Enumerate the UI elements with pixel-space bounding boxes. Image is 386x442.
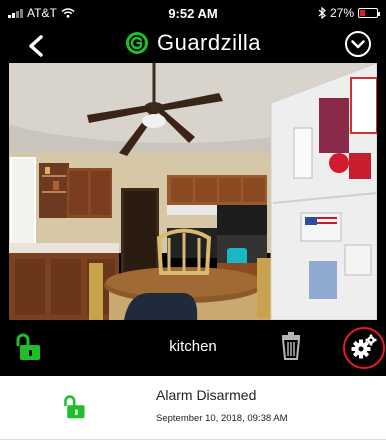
unlocked-padlock-icon [16, 333, 40, 360]
settings-button[interactable] [350, 333, 378, 361]
menu-dropdown-button[interactable] [344, 30, 372, 58]
battery-fill [360, 10, 365, 16]
arm-disarm-button[interactable] [14, 332, 44, 362]
battery-percent: 27% [329, 6, 354, 20]
unlocked-padlock-icon [64, 395, 85, 419]
camera-name: kitchen [169, 338, 217, 355]
kitchen-camera-image [9, 63, 377, 320]
event-title: Alarm Disarmed [156, 387, 257, 403]
status-bar: AT&T 9:52 AM 27% [0, 0, 386, 26]
nav-bar: Guardzilla [0, 26, 386, 64]
delete-button[interactable] [279, 332, 303, 360]
camera-feed[interactable] [9, 63, 377, 320]
event-history: Alarm Disarmed September 10, 2018, 09:38… [0, 376, 386, 442]
trash-icon [281, 332, 301, 360]
brand: Guardzilla [0, 30, 386, 56]
battery-icon [358, 8, 380, 18]
gears-icon [351, 334, 377, 359]
status-right: 27% [318, 6, 380, 20]
bluetooth-icon [318, 7, 326, 19]
event-item[interactable]: Alarm Disarmed September 10, 2018, 09:38… [0, 376, 386, 440]
guardzilla-logo-icon [125, 32, 148, 54]
event-timestamp: September 10, 2018, 09:38 AM [156, 413, 288, 424]
chevron-down-circle-icon [345, 31, 371, 57]
app-title: Guardzilla [156, 30, 262, 55]
camera-control-bar: kitchen [0, 320, 386, 376]
